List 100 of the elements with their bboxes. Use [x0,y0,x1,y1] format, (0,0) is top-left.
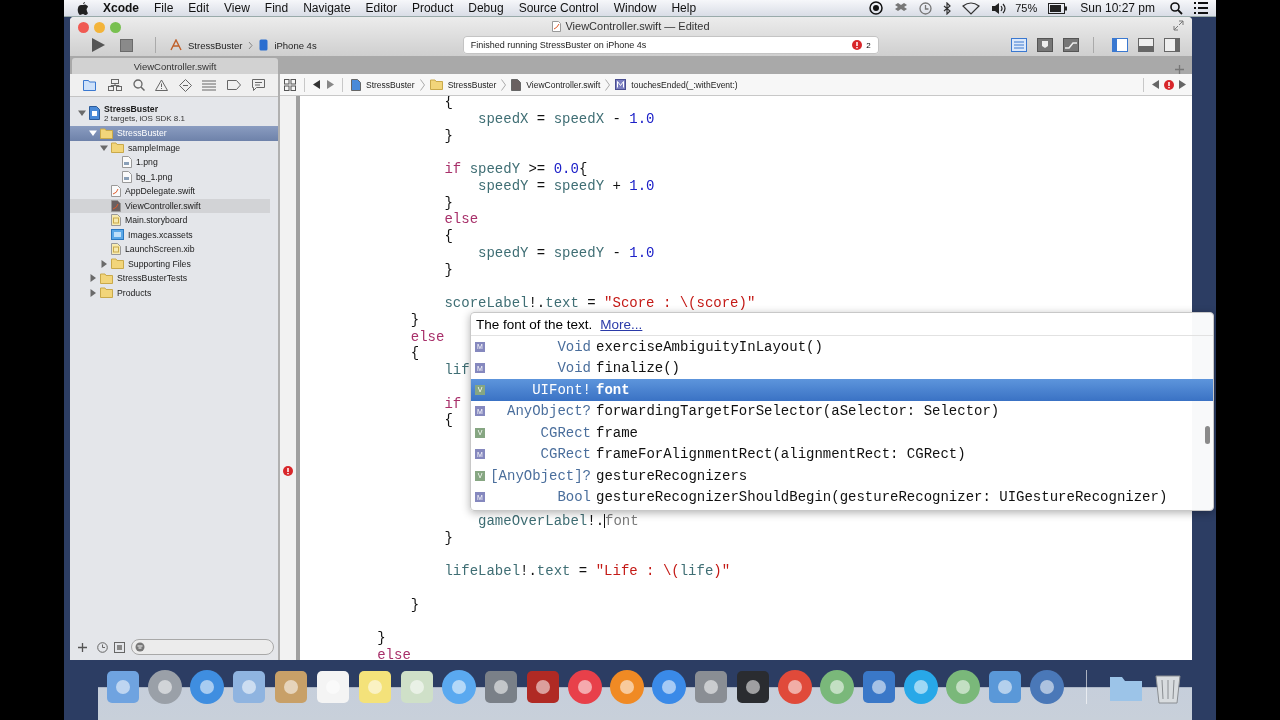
breadcrumb[interactable]: ViewController.swift [526,79,601,90]
clock-icon[interactable] [919,1,933,15]
navigator-item[interactable]: LaunchScreen.xib [70,242,278,257]
breadcrumb[interactable]: StressBuster [366,79,415,90]
forward-arrow-icon[interactable] [326,80,334,89]
search-icon[interactable] [1170,1,1183,15]
app-icon[interactable] [440,668,478,706]
add-button[interactable] [78,642,87,652]
run-button[interactable] [90,37,106,53]
app-icon[interactable] [1028,668,1066,706]
wifi-icon[interactable] [962,1,981,15]
navigator-item[interactable]: bg_1.png [70,169,278,184]
navigator-item[interactable]: StressBuster 2 targets, iOS SDK 8.1 [70,100,278,126]
app-icon[interactable] [272,668,310,706]
battery-icon[interactable] [1048,2,1069,14]
apple-logo-icon[interactable] [77,1,89,15]
disclosure-triangle-icon[interactable] [89,129,97,138]
warning-icon[interactable] [155,79,169,91]
menu-item[interactable]: Product [411,1,454,15]
app-icon[interactable] [230,668,268,706]
app-icon[interactable] [986,668,1024,706]
app-icon[interactable] [650,668,688,706]
menu-item[interactable]: File [154,1,174,15]
breadcrumb[interactable]: StressBuster [447,79,497,90]
navigator-item[interactable]: Supporting Files [70,256,278,271]
app-icon[interactable] [608,668,646,706]
utilities-toggle-button[interactable] [1164,38,1180,52]
app-icon[interactable] [188,668,226,706]
tag-icon[interactable] [227,80,242,90]
record-icon[interactable] [869,1,884,15]
menu-item[interactable]: Editor [365,1,397,15]
navigator-item[interactable]: sampleImage [70,140,278,155]
back-arrow-icon[interactable] [313,80,321,89]
square-icon[interactable] [114,641,125,653]
disclosure-triangle-icon[interactable] [100,259,108,268]
menu-item[interactable]: Navigate [303,1,351,15]
error-marker-icon[interactable] [283,465,293,476]
menu-item[interactable]: Window [613,1,657,15]
next-issue-icon[interactable] [1179,80,1186,89]
disclosure-triangle-icon[interactable] [78,109,86,117]
app-icon[interactable] [734,668,772,706]
navigator-item[interactable]: 1.png [70,155,278,170]
app-icon[interactable] [944,668,982,706]
list-icon[interactable] [1194,2,1208,14]
breadcrumb[interactable]: touchesEnded(_:withEvent:) [631,79,738,90]
app-icon[interactable] [860,668,898,706]
debug-area-toggle-button[interactable] [1138,38,1154,52]
editor-tab[interactable]: ViewController.swift [72,58,278,74]
app-icon[interactable] [818,668,856,706]
menu-item[interactable]: Edit [188,1,210,15]
version-editor-button[interactable] [1063,38,1079,52]
error-count[interactable]: 2 [866,40,871,50]
volume-icon[interactable] [991,1,1008,15]
filter-field[interactable] [131,639,274,655]
menu-bar-clock[interactable]: Sun 10:27 pm [1080,1,1155,15]
clock-icon[interactable] [97,641,108,653]
navigator-item[interactable]: ViewController.swift [70,198,270,213]
folder-icon[interactable] [83,79,98,91]
disclosure-triangle-icon[interactable] [100,143,108,152]
scheme-selector[interactable]: StressBuster [188,39,243,51]
navigator-item[interactable]: Images.xcassets [70,227,278,242]
app-icon[interactable] [566,668,604,706]
fullscreen-icon[interactable] [1173,20,1184,31]
menu-item[interactable]: Help [671,1,697,15]
app-icon[interactable] [482,668,520,706]
scrollbar-thumb[interactable] [1205,426,1210,444]
app-icon[interactable] [104,668,142,706]
disclosure-triangle-icon[interactable] [89,274,97,283]
navigator-item[interactable]: Products [70,285,278,300]
app-icon[interactable] [146,668,184,706]
app-icon[interactable] [356,668,394,706]
bluetooth-icon[interactable] [943,1,952,15]
app-icon[interactable] [776,668,814,706]
navigator-item[interactable]: Main.storyboard [70,213,278,228]
stop-button[interactable] [120,38,133,52]
diamond-icon[interactable] [178,78,192,92]
assistant-editor-button[interactable] [1037,38,1053,52]
error-icon[interactable] [1164,79,1174,90]
menu-item[interactable]: View [224,1,250,15]
menu-item[interactable]: Find [264,1,289,15]
hierarchy-icon[interactable] [107,79,122,91]
speech-bubble-icon[interactable] [251,79,265,91]
standard-editor-button[interactable] [1011,38,1027,52]
navigator-toggle-button[interactable] [1112,38,1128,52]
close-button[interactable] [78,21,89,33]
grid-icon[interactable] [284,78,296,91]
app-icon[interactable] [524,668,562,706]
previous-issue-icon[interactable] [1152,80,1159,89]
navigator-item[interactable]: AppDelegate.swift [70,184,278,199]
menu-item[interactable]: Debug [468,1,504,15]
more-link[interactable]: More... [600,316,643,332]
app-icon[interactable] [398,668,436,706]
app-menu[interactable]: Xcode [103,1,139,15]
app-icon[interactable] [692,668,730,706]
disclosure-triangle-icon[interactable] [89,288,97,297]
app-icon[interactable] [314,668,352,706]
navigator-item[interactable]: StressBusterTests [70,271,278,286]
menu-item[interactable]: Source Control [518,1,599,15]
app-icon[interactable] [902,668,940,706]
destination-selector[interactable]: iPhone 4s [274,39,317,51]
